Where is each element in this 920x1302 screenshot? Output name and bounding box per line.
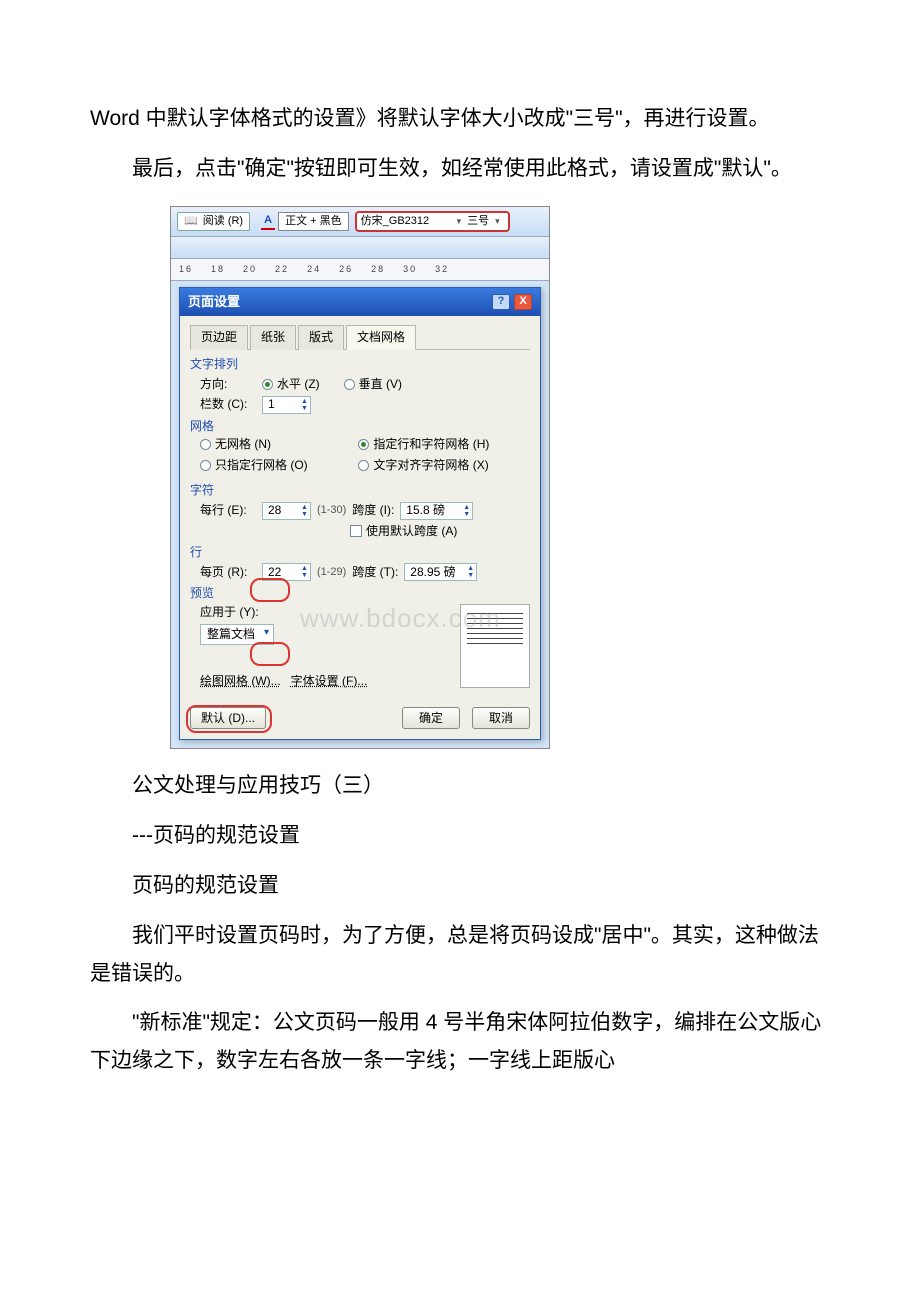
radio-line-only[interactable]: 只指定行网格 (O) [200,457,358,474]
spinner-arrows-icon[interactable]: ▲▼ [301,565,308,579]
paragraph-2: 最后，点击"确定"按钮即可生效，如经常使用此格式，请设置成"默认"。 [90,150,830,188]
group-lines: 行 每页 (R): 22 ▲▼ (1-29) 跨度 (T): 28.95 磅 ▲… [190,544,530,582]
style-selector[interactable]: 正文 + 黑色 [278,212,349,231]
paragraph-4: ---页码的规范设置 [90,817,830,855]
tab-margins[interactable]: 页边距 [190,325,248,350]
spinner-arrows-icon[interactable]: ▲▼ [301,398,308,412]
toolbar-spacer [171,237,549,259]
preview-thumbnail [460,604,530,688]
char-span-label: 跨度 (I): [352,502,394,519]
dialog-footer: 默认 (D)... 确定 取消 [190,707,530,730]
columns-spinner[interactable]: 1 ▲▼ [262,396,311,414]
spinner-arrows-icon[interactable]: ▲▼ [301,504,308,518]
group-label: 行 [190,544,530,561]
use-default-span-label: 使用默认跨度 (A) [366,523,457,540]
font-color-icon[interactable]: A [261,213,275,230]
radio-horizontal[interactable]: 水平 (Z) [262,376,320,393]
close-icon[interactable]: X [514,294,532,310]
radio-vertical[interactable]: 垂直 (V) [344,376,402,393]
ruler-tick: 32 [435,263,449,276]
group-label: 字符 [190,482,530,499]
group-characters: 字符 每行 (E): 28 ▲▼ (1-30) 跨度 (I): 15.8 磅 ▲… [190,482,530,540]
paragraph-3: 公文处理与应用技巧（三） [90,767,830,805]
ruler-tick: 30 [403,263,417,276]
default-button[interactable]: 默认 (D)... [190,707,266,730]
word-screenshot: 📖 阅读 (R) A 正文 + 黑色 仿宋_GB2312 ▾ 三号 ▾ 16 1… [170,206,550,750]
radio-icon [200,439,211,450]
ruler-tick: 18 [211,263,225,276]
paragraph-7: "新标准"规定：公文页码一般用 4 号半角宋体阿拉伯数字，编排在公文版心下边缘之… [90,1004,830,1080]
read-button-label: 阅读 (R) [203,215,243,227]
book-icon: 📖 [184,215,198,227]
per-page-range: (1-29) [317,565,346,580]
dialog-tabs: 页边距 纸张 版式 文档网格 [190,324,530,350]
dialog-title: 页面设置 [188,293,492,311]
tab-paper[interactable]: 纸张 [250,325,296,350]
per-line-spinner[interactable]: 28 ▲▼ [262,502,311,520]
per-line-label: 每行 (E): [200,502,262,519]
page-setup-dialog: 页面设置 ? X 页边距 纸张 版式 文档网格 文字排列 方向: 水平 (Z) [179,287,541,740]
read-button[interactable]: 📖 阅读 (R) [177,212,250,231]
ruler-tick: 20 [243,263,257,276]
group-preview: 预览 应用于 (Y): 整篇文档 绘图网格 (W)... 字体设置 (F)... [190,585,530,692]
radio-align-char[interactable]: 文字对齐字符网格 (X) [358,457,516,474]
dialog-titlebar: 页面设置 ? X [180,288,540,316]
radio-icon [262,379,273,390]
per-line-range: (1-30) [317,503,346,518]
group-label: 预览 [190,585,530,602]
checkbox-icon[interactable] [350,525,362,537]
apply-to-label: 应用于 (Y): [200,604,259,621]
ruler-tick: 24 [307,263,321,276]
line-span-spinner[interactable]: 28.95 磅 ▲▼ [404,563,477,581]
per-page-spinner[interactable]: 22 ▲▼ [262,563,311,581]
radio-icon [358,460,369,471]
spinner-arrows-icon[interactable]: ▲▼ [467,565,474,579]
word-toolbar: 📖 阅读 (R) A 正文 + 黑色 仿宋_GB2312 ▾ 三号 ▾ [171,207,549,237]
per-page-label: 每页 (R): [200,564,262,581]
direction-label: 方向: [200,376,262,393]
font-size-field[interactable]: 三号 [465,214,491,229]
char-span-spinner[interactable]: 15.8 磅 ▲▼ [400,502,473,520]
chevron-down-icon[interactable]: ▾ [495,215,500,228]
group-text-arrange: 文字排列 方向: 水平 (Z) 垂直 (V) 栏数 (C): 1 [190,356,530,414]
dialog-body: 页边距 纸张 版式 文档网格 文字排列 方向: 水平 (Z) 垂直 (V) [180,316,540,739]
ruler-tick: 16 [179,263,193,276]
font-name-field[interactable]: 仿宋_GB2312 [361,214,453,229]
font-controls-highlight: 仿宋_GB2312 ▾ 三号 ▾ [355,211,510,232]
help-icon[interactable]: ? [492,294,510,310]
group-label: 网格 [190,418,530,435]
font-settings-button[interactable]: 字体设置 (F)... [291,673,368,690]
ruler: 16 18 20 22 24 26 28 30 32 [171,259,549,281]
tab-doc-grid[interactable]: 文档网格 [346,325,416,350]
ruler-tick: 28 [371,263,385,276]
paragraph-5: 页码的规范设置 [90,867,830,905]
apply-to-select[interactable]: 整篇文档 [200,624,274,645]
ruler-tick: 26 [339,263,353,276]
cancel-button[interactable]: 取消 [472,707,530,730]
ruler-tick: 22 [275,263,289,276]
radio-icon [358,439,369,450]
radio-line-char-grid[interactable]: 指定行和字符网格 (H) [358,436,516,453]
radio-no-grid[interactable]: 无网格 (N) [200,436,358,453]
radio-icon [344,379,355,390]
tab-layout[interactable]: 版式 [298,325,344,350]
radio-icon [200,460,211,471]
paragraph-6: 我们平时设置页码时，为了方便，总是将页码设成"居中"。其实，这种做法是错误的。 [90,917,830,993]
ok-button[interactable]: 确定 [402,707,460,730]
group-grid: 网格 无网格 (N) 指定行和字符网格 (H) 只指定行网格 (O) [190,418,530,478]
chevron-down-icon[interactable]: ▾ [457,215,462,228]
group-label: 文字排列 [190,356,530,373]
spinner-arrows-icon[interactable]: ▲▼ [463,504,470,518]
drawing-grid-button[interactable]: 绘图网格 (W)... [200,673,281,690]
columns-label: 栏数 (C): [200,396,262,413]
line-span-label: 跨度 (T): [352,564,398,581]
paragraph-1: Word 中默认字体格式的设置》将默认字体大小改成"三号"，再进行设置。 [90,100,830,138]
